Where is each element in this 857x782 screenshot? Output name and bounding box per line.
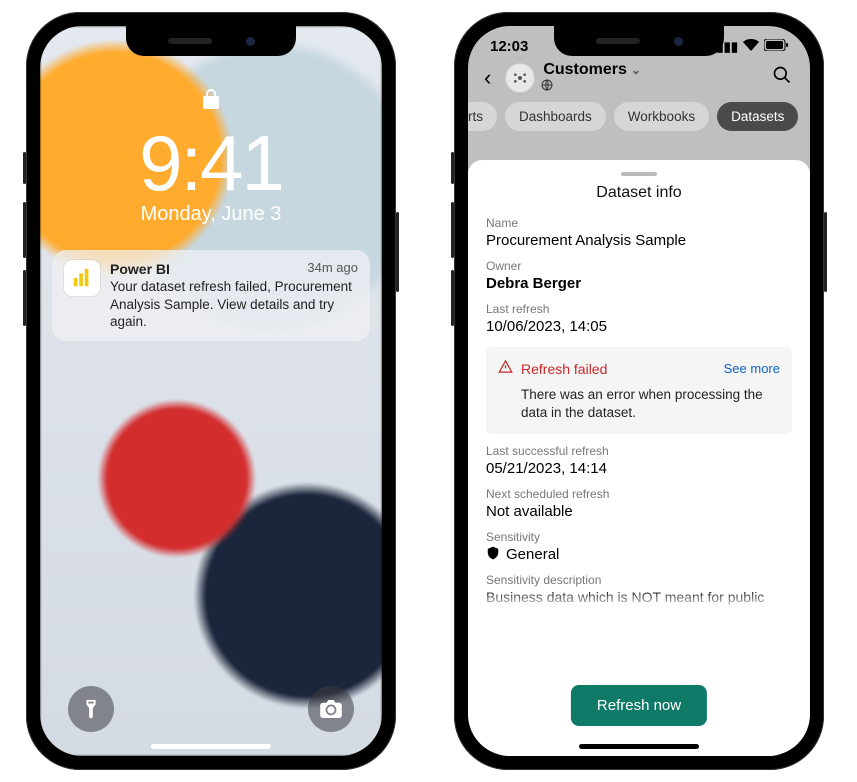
sensitivity-icon <box>486 546 500 563</box>
back-button[interactable]: ‹ <box>478 61 497 95</box>
label-next-scheduled: Next scheduled refresh <box>486 487 792 501</box>
lockscreen-time: 9:41 <box>40 118 382 209</box>
value-last-refresh: 10/06/2023, 14:05 <box>486 318 792 335</box>
tab-datasets[interactable]: Datasets <box>717 102 798 131</box>
search-button[interactable] <box>764 59 800 96</box>
refresh-error-card: Refresh failed See more There was an err… <box>486 347 792 434</box>
label-last-success: Last successful refresh <box>486 444 792 458</box>
sheet-grip[interactable] <box>621 172 657 176</box>
dataset-info-sheet: Dataset info Name Procurement Analysis S… <box>468 160 810 756</box>
workspace-icon <box>505 63 535 93</box>
phone-lockscreen: 9:41 Monday, June 3 Power BI 34m ago You… <box>26 12 396 770</box>
home-indicator[interactable] <box>579 744 699 749</box>
label-owner: Owner <box>486 259 792 273</box>
label-sensitivity: Sensitivity <box>486 530 792 544</box>
home-indicator[interactable] <box>151 744 271 749</box>
battery-icon <box>764 39 788 54</box>
warning-icon <box>498 359 513 378</box>
device-notch <box>126 26 296 56</box>
error-description: There was an error when processing the d… <box>521 386 780 422</box>
notification-app-name: Power BI <box>110 260 170 278</box>
lockscreen-date: Monday, June 3 <box>40 203 382 226</box>
phone-app-detail: 12:03 ▮▮▮▮ ‹ Customers <box>454 12 824 770</box>
powerbi-app-icon <box>64 260 100 296</box>
workspace-title[interactable]: Customers <box>543 61 627 79</box>
see-more-link[interactable]: See more <box>724 361 780 376</box>
chevron-down-icon[interactable]: ⌄ <box>631 63 641 77</box>
value-name: Procurement Analysis Sample <box>486 232 792 249</box>
notification-body: Your dataset refresh failed, Procurement… <box>110 278 358 331</box>
label-name: Name <box>486 216 792 230</box>
flashlight-button[interactable] <box>68 686 114 732</box>
tab-workbooks[interactable]: Workbooks <box>614 102 709 131</box>
tab-dashboards[interactable]: Dashboards <box>505 102 606 131</box>
status-time: 12:03 <box>490 38 528 55</box>
value-last-success: 05/21/2023, 14:14 <box>486 460 792 477</box>
device-notch <box>554 26 724 56</box>
value-next-scheduled: Not available <box>486 503 792 520</box>
notification-card[interactable]: Power BI 34m ago Your dataset refresh fa… <box>52 250 370 341</box>
refresh-now-button[interactable]: Refresh now <box>571 685 707 726</box>
lock-icon <box>40 88 382 116</box>
tab-reports[interactable]: rts <box>468 102 497 131</box>
notification-age: 34m ago <box>307 260 358 278</box>
globe-icon <box>541 79 641 94</box>
label-sens-desc: Sensitivity description <box>486 573 792 587</box>
sheet-title: Dataset info <box>486 184 792 202</box>
value-sensitivity: General <box>506 546 559 563</box>
camera-button[interactable] <box>308 686 354 732</box>
error-title: Refresh failed <box>521 361 607 377</box>
value-owner: Debra Berger <box>486 275 792 292</box>
content-tabs: rts Dashboards Workbooks Datasets <box>468 96 800 141</box>
label-last-refresh: Last refresh <box>486 302 792 316</box>
value-sens-desc: Business data which is NOT meant for pub… <box>486 589 792 605</box>
wifi-icon <box>743 39 759 54</box>
